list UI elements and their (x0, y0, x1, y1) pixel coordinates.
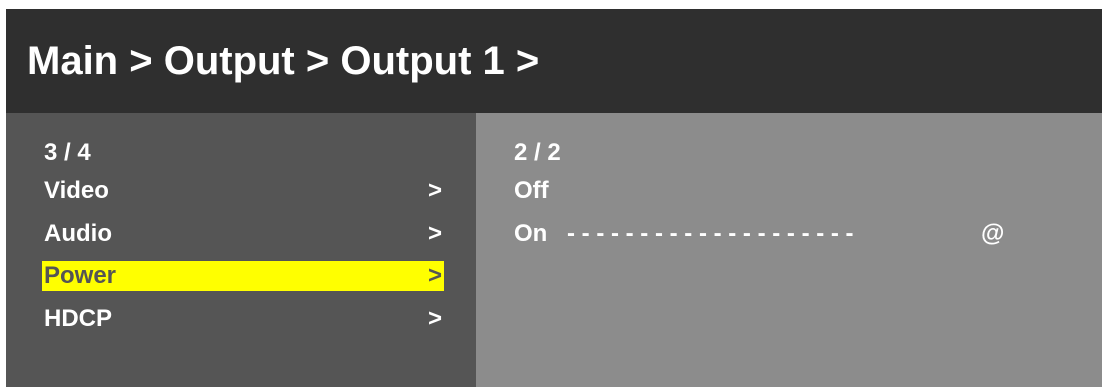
menu-panel: 3 / 4 Video > Audio > Power > HDCP > (6, 113, 476, 387)
chevron-right-icon: > (427, 262, 442, 289)
header-bar: Main > Output > Output 1 > (6, 9, 1102, 113)
option-on[interactable]: On - - - - - - - - - - - - - - - - - - -… (514, 219, 1074, 249)
menu-item-hdcp[interactable]: HDCP > (42, 304, 444, 334)
breadcrumb: Main > Output > Output 1 > (27, 39, 540, 83)
leader-dashes: - - - - - - - - - - - - - - - - - - - - (567, 220, 854, 247)
option-label: On (514, 220, 548, 247)
menu-item-label: Video (44, 177, 109, 204)
menu-item-label: HDCP (44, 305, 113, 332)
option-off[interactable]: Off (514, 176, 1074, 206)
menu-item-video[interactable]: Video > (42, 176, 444, 206)
options-panel: 2 / 2 Off On - - - - - - - - - - - - - -… (476, 113, 1102, 387)
chevron-right-icon: > (427, 177, 442, 204)
menu-item-label: Audio (44, 220, 112, 247)
chevron-right-icon: > (427, 305, 442, 332)
option-label: Off (514, 177, 549, 204)
menu-item-audio[interactable]: Audio > (42, 219, 444, 249)
chevron-right-icon: > (427, 220, 442, 247)
selected-marker-icon: @ (981, 220, 1005, 247)
menu-page-indicator: 3 / 4 (44, 139, 91, 166)
osd-screen: Main > Output > Output 1 > 3 / 4 Video >… (6, 9, 1102, 387)
menu-item-power[interactable]: Power > (42, 261, 444, 291)
menu-item-label: Power (44, 262, 117, 289)
options-page-indicator: 2 / 2 (514, 139, 561, 166)
